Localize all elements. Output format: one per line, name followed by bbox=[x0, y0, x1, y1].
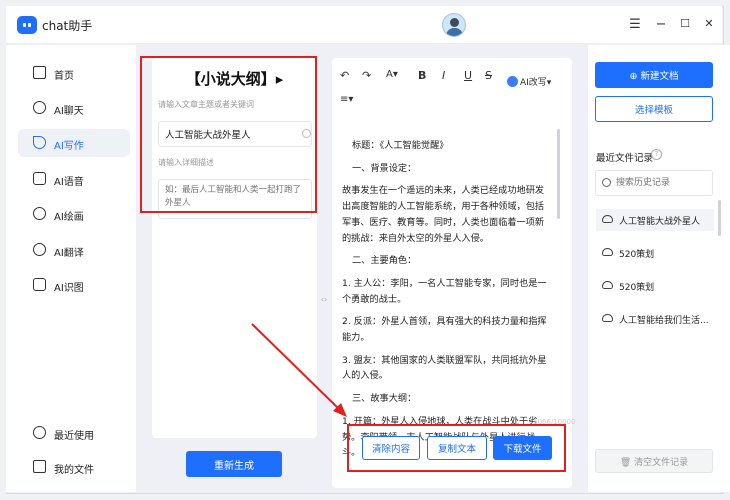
doc-paragraph: 2. 反派：外星人首领，具有强大的科技力量和指挥能力。 bbox=[342, 316, 547, 344]
editor-scrollbar[interactable] bbox=[557, 129, 560, 219]
underline-icon[interactable]: U bbox=[464, 69, 472, 82]
sidebar-item-label: 首页 bbox=[54, 71, 74, 82]
cloud-icon bbox=[602, 248, 613, 256]
document-content[interactable]: 标题：《人工智能觉醒》 一、背景设定： 故事发生在一个遥远的未来，人类已经成功地… bbox=[332, 132, 562, 472]
sidebar-item-ai-translate[interactable]: AI翻译 bbox=[18, 236, 130, 264]
clear-history-button[interactable]: 🗑 清空文件记录 bbox=[595, 449, 713, 473]
sidebar-item-my-files[interactable]: 我的文件 bbox=[18, 453, 130, 481]
history-item-label: 520策划 bbox=[619, 283, 655, 293]
history-scrollbar[interactable] bbox=[718, 200, 721, 236]
app-title: chat助手 bbox=[42, 19, 93, 33]
font-color-icon[interactable]: A▾ bbox=[386, 69, 398, 80]
sidebar-item-label: 我的文件 bbox=[54, 465, 94, 476]
pen-icon bbox=[33, 136, 46, 149]
download-file-button[interactable]: 下载文件 bbox=[493, 436, 552, 460]
topic-label: 请输入文章主题或者关键词 bbox=[158, 100, 254, 109]
cloud-icon bbox=[602, 314, 613, 322]
help-icon[interactable]: ? bbox=[651, 149, 662, 160]
doc-paragraph: 3. 盟友：其他国家的人类联盟军队，共同抵抗外星人的入侵。 bbox=[342, 354, 547, 382]
sidebar-item-ai-painting[interactable]: AI绘画 bbox=[18, 200, 130, 228]
history-item-label: 人工智能大战外星人 bbox=[619, 217, 701, 227]
sidebar-item-label: AI绘画 bbox=[54, 212, 84, 223]
chat-icon bbox=[33, 101, 46, 114]
doc-paragraph: 一、背景设定： bbox=[352, 162, 417, 174]
sidebar-item-ai-voice[interactable]: AI语音 bbox=[18, 165, 130, 193]
palette-icon bbox=[33, 207, 46, 220]
doc-paragraph: 三、故事大纲： bbox=[352, 393, 417, 405]
sidebar-item-home[interactable]: 首页 bbox=[18, 59, 130, 87]
detail-input[interactable] bbox=[158, 179, 312, 219]
regenerate-button[interactable]: 重新生成 bbox=[186, 451, 282, 477]
cloud-icon bbox=[602, 281, 613, 289]
minimize-icon[interactable]: − bbox=[653, 17, 669, 32]
history-search-input[interactable] bbox=[595, 170, 713, 196]
detail-label: 请输入详细描述 bbox=[158, 158, 214, 167]
app-logo-icon bbox=[17, 16, 37, 34]
redo-icon[interactable]: ↷ bbox=[362, 69, 371, 82]
history-item[interactable]: 人工智能给我们生活... bbox=[596, 308, 714, 330]
history-item[interactable]: 520策划 bbox=[596, 275, 714, 297]
outline-title: 【小说大纲】▸ bbox=[185, 70, 284, 88]
ai-sparkle-icon bbox=[507, 76, 518, 87]
choose-template-button[interactable]: 选择模板 bbox=[595, 96, 713, 122]
maximize-icon[interactable]: ☐ bbox=[677, 17, 693, 30]
strikethrough-icon[interactable]: S bbox=[485, 69, 492, 82]
image-scan-icon bbox=[33, 278, 46, 291]
cloud-icon bbox=[602, 215, 613, 223]
doc-paragraph: 标题：《人工智能觉醒》 bbox=[352, 140, 449, 151]
menu-icon[interactable]: ☰ bbox=[627, 17, 643, 32]
sidebar-item-label: AI语音 bbox=[54, 177, 84, 188]
input-panel: 【小说大纲】▸ 请输入文章主题或者关键词 请输入详细描述 bbox=[152, 58, 317, 438]
undo-icon[interactable]: ↶ bbox=[340, 69, 349, 82]
clear-content-button[interactable]: 清除内容 bbox=[362, 436, 420, 460]
new-document-button[interactable]: ⊕ 新建文档 bbox=[595, 62, 713, 88]
recent-files-title: 最近文件记录 bbox=[596, 153, 654, 164]
copy-text-button[interactable]: 复制文本 bbox=[427, 436, 487, 460]
topic-input[interactable] bbox=[158, 121, 312, 147]
history-item-label: 520策划 bbox=[619, 250, 655, 260]
history-item-label: 人工智能给我们生活... bbox=[619, 316, 709, 326]
sidebar-item-label: AI识图 bbox=[54, 283, 84, 294]
search-icon bbox=[602, 178, 611, 187]
align-icon[interactable]: ≡▾ bbox=[340, 94, 353, 105]
history-item[interactable]: 人工智能大战外星人 bbox=[596, 209, 714, 231]
sidebar-item-label: AI写作 bbox=[54, 141, 84, 152]
sidebar-item-ai-writing[interactable]: AI写作 bbox=[18, 129, 130, 157]
collapse-handle-icon[interactable]: ‹› bbox=[319, 295, 329, 305]
user-avatar[interactable] bbox=[442, 13, 466, 37]
ai-rewrite-label: AI改写▾ bbox=[520, 78, 552, 88]
sidebar-item-ai-chat[interactable]: AI聊天 bbox=[18, 94, 130, 122]
sidebar-item-ai-image-recognition[interactable]: AI识图 bbox=[18, 271, 130, 299]
bold-icon[interactable]: B bbox=[418, 69, 426, 82]
sidebar-item-label: 最近使用 bbox=[54, 431, 94, 442]
sidebar-item-label: AI聊天 bbox=[54, 106, 84, 117]
sidebar-item-recent[interactable]: 最近使用 bbox=[18, 419, 130, 447]
clear-history-label: 清空文件记录 bbox=[634, 457, 689, 468]
voice-icon bbox=[33, 172, 46, 185]
file-icon bbox=[33, 460, 46, 473]
doc-paragraph: 1. 主人公：李阳，一名人工智能专家，同时也是一个勇敢的战士。 bbox=[342, 277, 547, 305]
word-count: 1066/10000 bbox=[533, 418, 576, 426]
clock-icon bbox=[33, 426, 46, 439]
doc-paragraph: 二、主要角色： bbox=[352, 255, 417, 267]
close-icon[interactable]: ✕ bbox=[701, 17, 717, 30]
italic-icon[interactable]: I bbox=[442, 69, 445, 82]
doc-paragraph: 故事发生在一个遥远的未来，人类已经成功地研发出高度智能的人工智能系统，用于各种领… bbox=[342, 185, 545, 244]
sidebar-item-label: AI翻译 bbox=[54, 248, 84, 259]
history-item[interactable]: 520策划 bbox=[596, 242, 714, 264]
ai-rewrite-dropdown[interactable]: AI改写▾ bbox=[507, 75, 551, 88]
translate-icon bbox=[33, 243, 46, 256]
clear-input-icon[interactable] bbox=[302, 129, 311, 138]
home-icon bbox=[33, 66, 46, 79]
trash-icon: 🗑 bbox=[619, 457, 635, 468]
title-bar bbox=[6, 6, 722, 44]
